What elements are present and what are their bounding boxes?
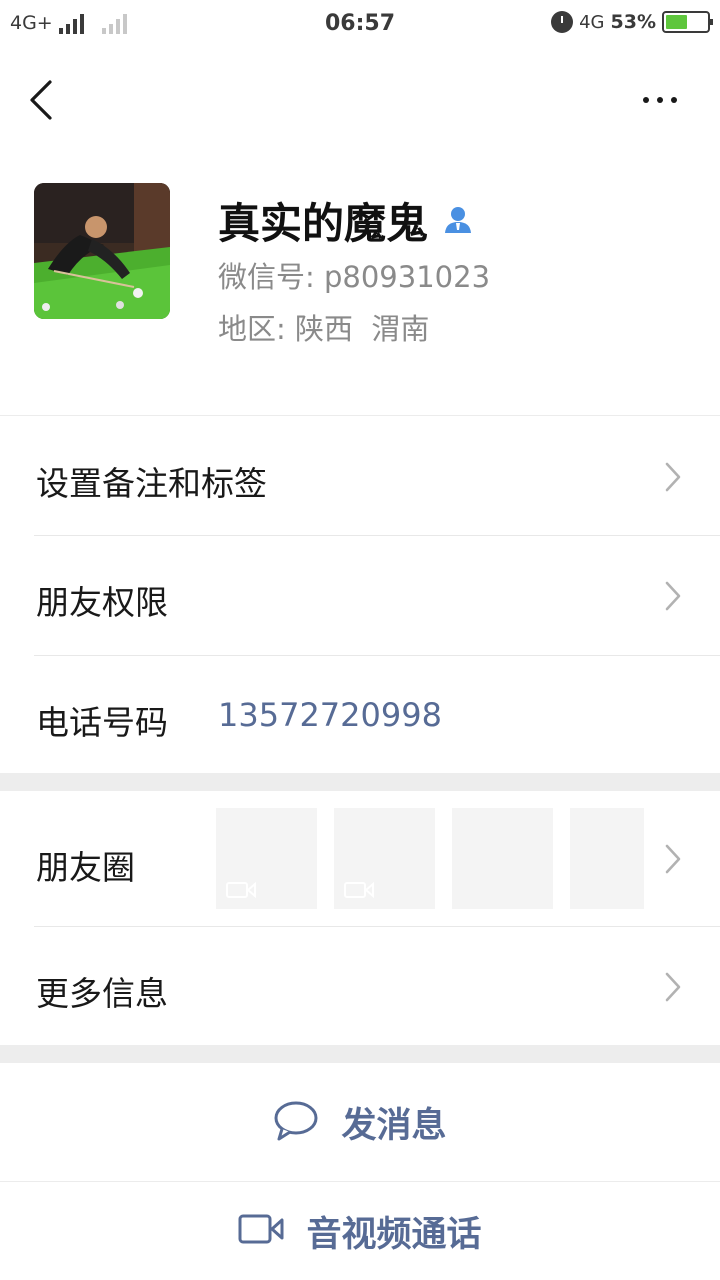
chevron-right-icon bbox=[664, 843, 682, 875]
region: 地区: 陕西 渭南 bbox=[218, 306, 429, 348]
chat-bubble-icon bbox=[273, 1099, 319, 1145]
section-gap bbox=[0, 773, 720, 791]
avatar[interactable] bbox=[34, 183, 170, 319]
phone-number-link[interactable]: 13572720998 bbox=[218, 696, 442, 734]
moments-thumbnail bbox=[570, 808, 644, 909]
battery-percent: 53% bbox=[610, 11, 656, 33]
chevron-left-icon[interactable] bbox=[24, 78, 64, 122]
wechat-id: 微信号: p80931023 bbox=[218, 254, 490, 296]
battery-icon bbox=[662, 11, 713, 33]
status-bar: 4G+ 06:57 4G 53% bbox=[0, 0, 720, 50]
moments-thumbnails bbox=[216, 808, 644, 909]
status-right: 4G 53% bbox=[551, 11, 713, 33]
row-friend-permissions[interactable]: 朋友权限 bbox=[0, 536, 720, 655]
more-info-label: 更多信息 bbox=[36, 974, 168, 1013]
wechat-id-label: 微信号: bbox=[218, 260, 315, 294]
video-call-label: 音视频通话 bbox=[306, 1214, 482, 1255]
region-value: 陕西 渭南 bbox=[295, 312, 430, 346]
wechat-id-value: p80931023 bbox=[324, 260, 491, 294]
remark-tags-label: 设置备注和标签 bbox=[36, 464, 267, 503]
video-icon bbox=[344, 881, 374, 899]
moments-thumbnail bbox=[334, 808, 435, 909]
more-dots-icon[interactable] bbox=[630, 86, 690, 114]
alarm-icon bbox=[551, 11, 574, 33]
row-phone-number: 电话号码 13572720998 bbox=[0, 656, 720, 773]
video-icon bbox=[226, 881, 256, 899]
region-label: 地区: bbox=[218, 312, 286, 346]
video-camera-icon bbox=[238, 1213, 284, 1249]
moments-label: 朋友圈 bbox=[36, 848, 135, 887]
network-type-label-right: 4G bbox=[579, 11, 605, 33]
battery-level bbox=[666, 15, 688, 29]
video-call-button[interactable]: 音视频通话 bbox=[0, 1182, 720, 1280]
moments-thumbnail bbox=[452, 808, 553, 909]
phone-label: 电话号码 bbox=[36, 703, 168, 742]
chevron-right-icon bbox=[664, 461, 682, 493]
user-icon bbox=[442, 203, 474, 239]
name-row: 真实的魔鬼 bbox=[218, 190, 474, 251]
friend-permissions-label: 朋友权限 bbox=[36, 583, 168, 622]
section-gap bbox=[0, 1045, 720, 1063]
send-message-button[interactable]: 发消息 bbox=[0, 1063, 720, 1181]
moments-thumbnail bbox=[216, 808, 317, 909]
row-more-info[interactable]: 更多信息 bbox=[0, 927, 720, 1045]
row-moments[interactable]: 朋友圈 bbox=[0, 791, 720, 926]
profile-header: 真实的魔鬼 微信号: p80931023 地区: 陕西 渭南 bbox=[0, 150, 720, 416]
contact-name: 真实的魔鬼 bbox=[218, 199, 429, 248]
section-divider bbox=[0, 415, 720, 416]
row-remark-tags[interactable]: 设置备注和标签 bbox=[0, 417, 720, 535]
chevron-right-icon bbox=[664, 971, 682, 1003]
chevron-right-icon bbox=[664, 580, 682, 612]
send-message-label: 发消息 bbox=[341, 1105, 447, 1146]
nav-bar bbox=[0, 50, 720, 150]
